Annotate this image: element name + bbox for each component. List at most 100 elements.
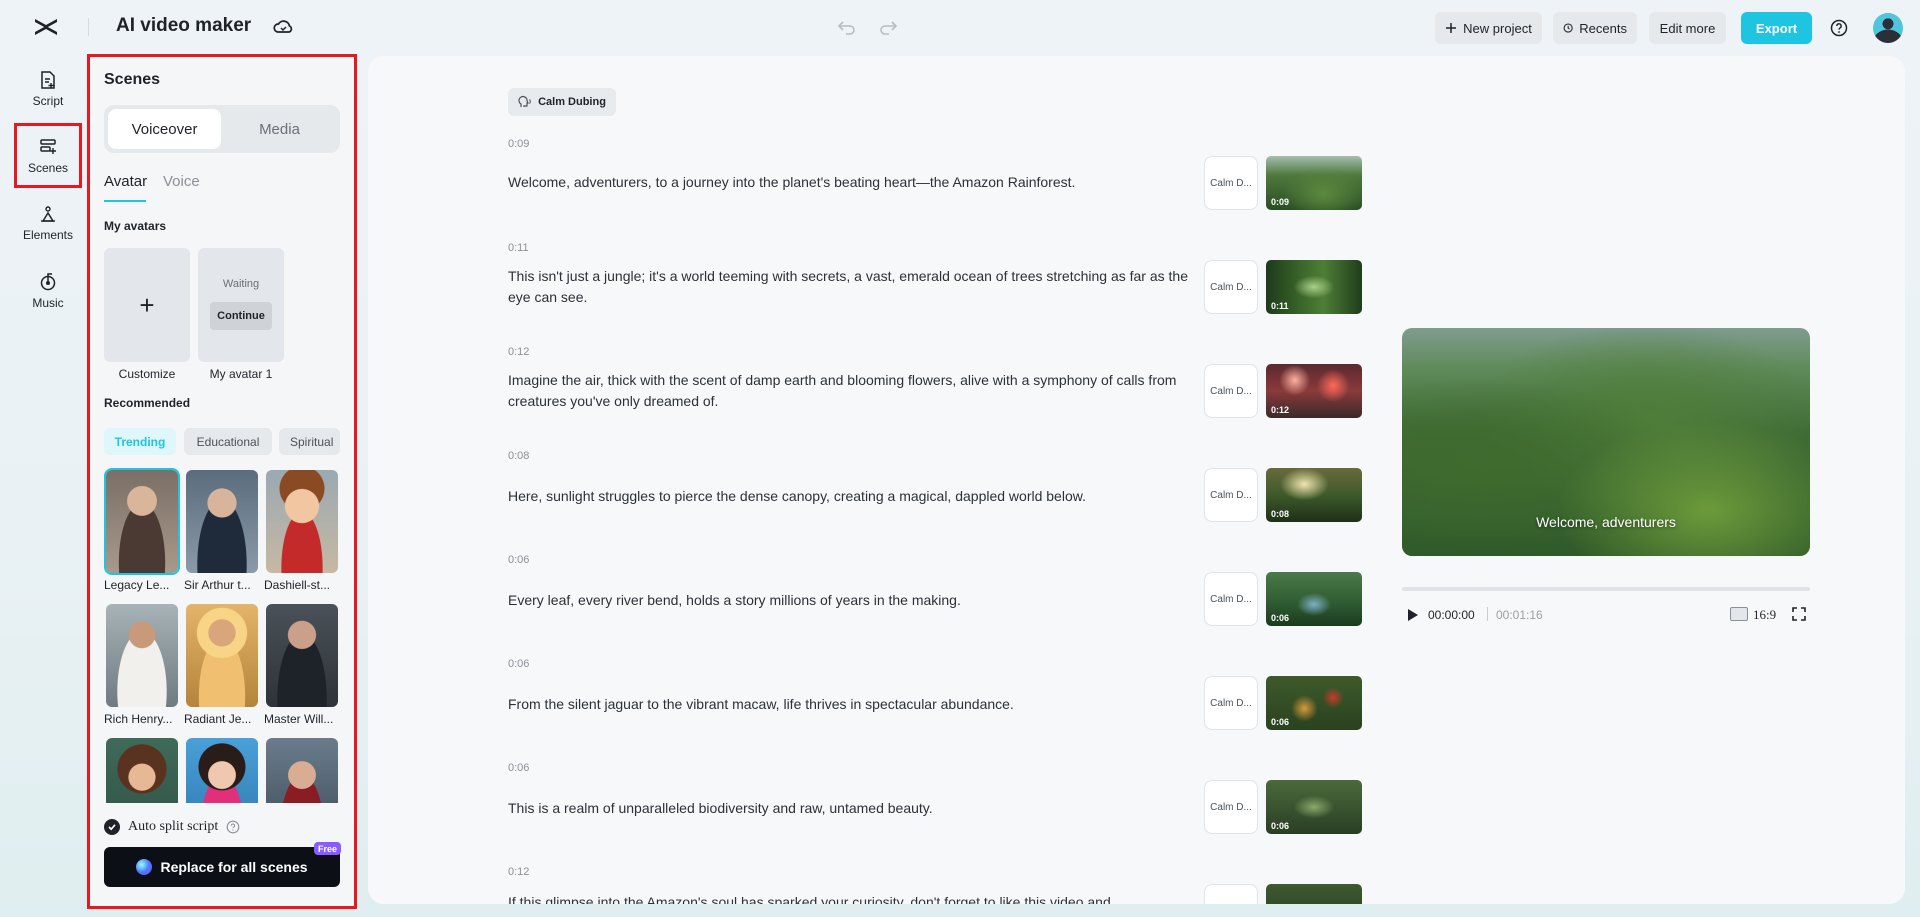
thumbnail-duration: 0:12 <box>1271 405 1290 415</box>
voiceover-media-toggle: Voiceover Media <box>104 105 340 153</box>
avatar-name: Master Will... <box>264 712 334 726</box>
scene-thumbnail[interactable]: 0:09 <box>1266 156 1362 210</box>
chip-trending[interactable]: Trending <box>104 428 176 455</box>
undo-icon[interactable] <box>837 17 857 37</box>
chip-educational[interactable]: Educational <box>184 428 272 455</box>
edit-more-button[interactable]: Edit more <box>1649 12 1726 44</box>
scene-thumbnail[interactable]: 0:08 <box>1266 468 1362 522</box>
new-project-label: New project <box>1463 20 1532 36</box>
avatar-card[interactable] <box>266 738 338 803</box>
scene-script-text[interactable]: From the silent jaguar to the vibrant ma… <box>508 694 1188 715</box>
scene-voice-button[interactable]: Calm D... <box>1204 260 1258 314</box>
time-separator <box>1487 607 1488 621</box>
scene-duration: 0:06 <box>508 658 530 670</box>
auto-split-toggle[interactable]: Auto split script <box>104 819 240 835</box>
scene-voice-button[interactable]: Calm D... <box>1204 364 1258 418</box>
customize-avatar-button[interactable]: + <box>104 248 190 362</box>
thumbnail-duration: 0:09 <box>1271 197 1290 207</box>
redo-icon[interactable] <box>878 17 898 37</box>
scene-thumbnail[interactable] <box>1266 884 1362 904</box>
video-preview[interactable]: Welcome, adventurers <box>1402 328 1810 556</box>
scene-thumbnail[interactable]: 0:06 <box>1266 676 1362 730</box>
scenes-icon <box>40 138 56 154</box>
rail-item-elements[interactable]: Elements <box>14 192 82 254</box>
voice-selector-chip[interactable]: Calm Dubing <box>508 88 616 116</box>
rail-item-scenes[interactable]: Scenes <box>14 123 82 188</box>
aspect-ratio-label[interactable]: 16:9 <box>1753 607 1776 623</box>
new-project-button[interactable]: New project <box>1435 12 1542 44</box>
rail-item-script[interactable]: Script <box>14 58 82 120</box>
customize-label: Customize <box>118 367 176 381</box>
scene-voice-button[interactable]: Calm D... <box>1204 572 1258 626</box>
avatar-card[interactable] <box>186 604 258 707</box>
scene-script-text[interactable]: If this glimpse into the Amazon's soul h… <box>508 892 1188 904</box>
aspect-ratio-icon[interactable] <box>1730 607 1748 621</box>
thumbnail-duration: 0:06 <box>1271 613 1290 623</box>
continue-button[interactable]: Continue <box>210 302 272 330</box>
app-title: AI video maker <box>116 15 252 36</box>
scene-voice-button[interactable]: Calm D... <box>1204 468 1258 522</box>
replace-all-scenes-button[interactable]: Replace for all scenes <box>104 847 340 887</box>
avatar-name: Rich Henry... <box>104 712 173 726</box>
ai-orb-icon <box>136 859 153 875</box>
top-bar: AI video maker New project Recents Edit … <box>0 0 1920 54</box>
plus-icon <box>1446 23 1457 33</box>
recents-label: Recents <box>1579 20 1627 36</box>
auto-split-label: Auto split script <box>128 819 219 834</box>
cloud-sync-icon[interactable] <box>272 17 294 37</box>
fullscreen-icon[interactable] <box>1791 606 1807 622</box>
scene-thumbnail[interactable]: 0:06 <box>1266 780 1362 834</box>
user-avatar[interactable] <box>1873 13 1903 43</box>
export-label: Export <box>1755 20 1798 36</box>
avatar-card[interactable] <box>186 470 258 573</box>
subtab-avatar[interactable]: Avatar <box>104 173 147 190</box>
scene-script-text[interactable]: Imagine the air, thick with the scent of… <box>508 370 1188 412</box>
thumbnail-duration: 0:11 <box>1271 301 1289 311</box>
thumbnail-duration: 0:06 <box>1271 717 1290 727</box>
my-avatar-tile[interactable]: Waiting Continue <box>198 248 284 362</box>
scene-script-text[interactable]: This isn't just a jungle; it's a world t… <box>508 266 1188 308</box>
chip-spiritual[interactable]: Spiritual <box>279 428 340 455</box>
avatar-card[interactable] <box>106 738 178 803</box>
scene-script-text[interactable]: Welcome, adventurers, to a journey into … <box>508 172 1188 193</box>
subtab-voice[interactable]: Voice <box>163 173 200 190</box>
rail-label-elements: Elements <box>22 228 74 242</box>
scene-thumbnail[interactable]: 0:06 <box>1266 572 1362 626</box>
play-icon[interactable] <box>1404 607 1420 623</box>
avatar-card[interactable] <box>266 604 338 707</box>
scene-voice-button[interactable]: Calm D... <box>1204 676 1258 730</box>
scene-script-text[interactable]: Here, sunlight struggles to pierce the d… <box>508 486 1188 507</box>
avatar-card[interactable] <box>104 468 180 575</box>
capcut-logo-icon[interactable] <box>32 15 60 39</box>
rail-item-music[interactable]: Music <box>14 260 82 322</box>
avatar-card[interactable] <box>266 470 338 573</box>
avatar-name: Legacy Le... <box>104 578 170 592</box>
avatar-card[interactable] <box>106 604 178 707</box>
scene-script-text[interactable]: Every leaf, every river bend, holds a st… <box>508 590 1188 611</box>
scene-voice-button[interactable]: Calm D... <box>1204 780 1258 834</box>
checkbox-checked-icon[interactable] <box>104 819 120 835</box>
history-icon <box>1563 23 1573 33</box>
scene-duration: 0:06 <box>508 762 530 774</box>
help-icon[interactable] <box>1829 18 1849 38</box>
scene-voice-button[interactable]: Calm D... <box>1204 156 1258 210</box>
avatar-card[interactable] <box>186 738 258 803</box>
avatar-name: Dashiell-st... <box>264 578 331 592</box>
my-avatars-heading: My avatars <box>104 219 167 233</box>
total-time: 00:01:16 <box>1496 608 1543 622</box>
scene-script-text[interactable]: This is a realm of unparalleled biodiver… <box>508 798 1188 819</box>
avatar-name: Radiant Je... <box>184 712 252 726</box>
scene-duration: 0:12 <box>508 346 530 358</box>
playback-progress-bar[interactable] <box>1402 587 1810 591</box>
tab-voiceover[interactable]: Voiceover <box>108 109 221 149</box>
scene-thumbnail[interactable]: 0:11 <box>1266 260 1362 314</box>
scene-voice-button[interactable] <box>1204 884 1258 904</box>
rail-label-script: Script <box>32 94 64 108</box>
recents-button[interactable]: Recents <box>1553 12 1637 44</box>
scene-thumbnail[interactable]: 0:12 <box>1266 364 1362 418</box>
help-icon[interactable] <box>226 820 240 834</box>
tab-media[interactable]: Media <box>223 109 336 149</box>
rail-label-scenes: Scenes <box>27 160 69 175</box>
export-button[interactable]: Export <box>1741 12 1812 44</box>
script-icon <box>41 71 55 89</box>
